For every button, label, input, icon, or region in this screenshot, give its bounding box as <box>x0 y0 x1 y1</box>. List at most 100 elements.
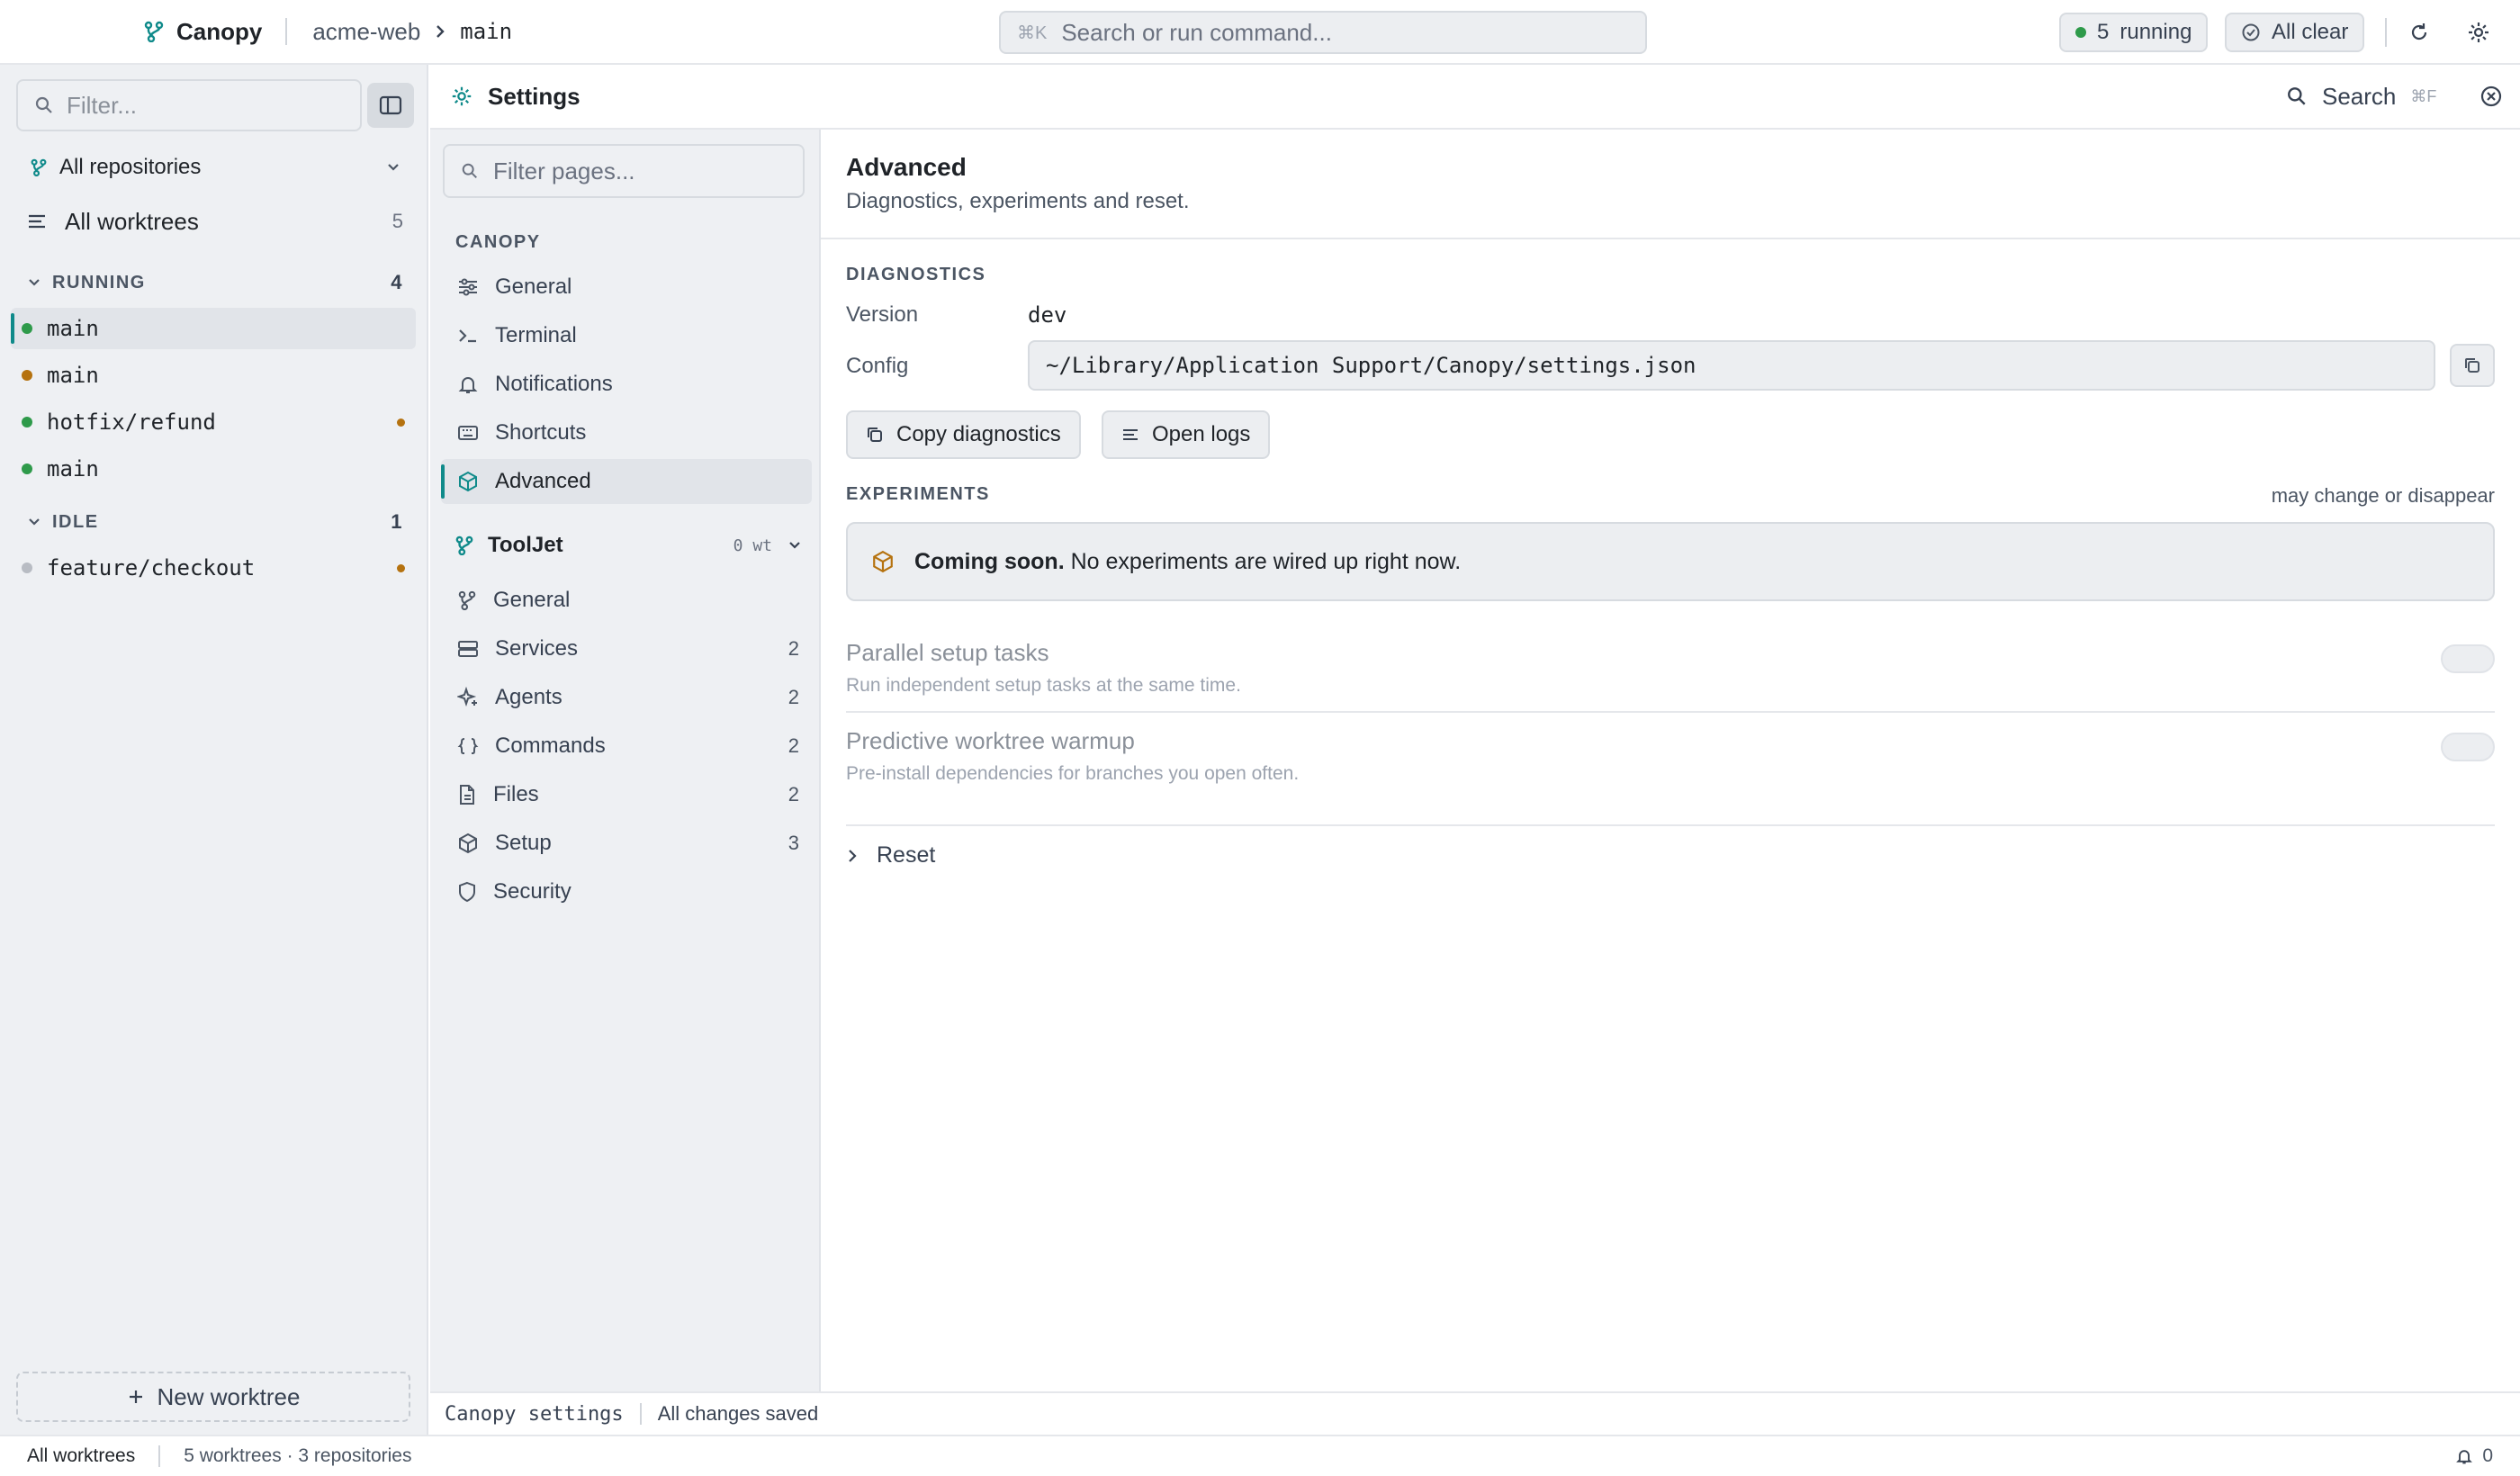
nav-repo-item-general[interactable]: General <box>441 578 812 623</box>
worktree-name: hotfix/refund <box>47 410 216 435</box>
running-count: 5 <box>2097 20 2110 44</box>
experiment-toggle[interactable] <box>2441 733 2495 761</box>
chevron-down-icon <box>27 517 41 527</box>
nav-item-advanced[interactable]: Advanced <box>441 459 812 504</box>
coming-soon-text: No experiments are wired up right now. <box>1070 548 1462 574</box>
cube-icon <box>457 832 479 854</box>
nav-repo-item-setup[interactable]: Setup 3 <box>441 821 812 866</box>
nav-item-shortcuts[interactable]: Shortcuts <box>441 410 812 455</box>
worktree-sidebar: Filter... All repositories All worktrees… <box>0 65 428 1435</box>
copy-diagnostics-label: Copy diagnostics <box>896 422 1061 446</box>
nav-repo-item-commands[interactable]: Commands 2 <box>441 724 812 769</box>
worktree-item[interactable]: hotfix/refund <box>11 401 416 443</box>
settings-filter-input[interactable]: Filter pages... <box>443 144 805 198</box>
group-count: 4 <box>391 271 403 293</box>
copy-path-button[interactable] <box>2450 344 2495 387</box>
chevron-down-icon <box>787 539 803 552</box>
page-title: Settings <box>450 83 580 111</box>
app-name[interactable]: Canopy <box>176 18 262 46</box>
all-worktrees-item[interactable]: All worktrees 5 <box>27 202 403 241</box>
divider <box>846 711 2495 713</box>
group-label: IDLE <box>52 511 99 532</box>
group-header-idle[interactable]: IDLE 1 <box>27 506 403 538</box>
open-logs-button[interactable]: Open logs <box>1102 410 1271 459</box>
breadcrumb-divider <box>285 18 288 45</box>
warning-badge-icon <box>397 418 405 427</box>
experiment-predictive-warmup: Predictive worktree warmup Pre-install d… <box>846 727 2495 814</box>
chevron-down-icon <box>27 277 41 288</box>
settings-nav: Filter pages... CANOPY General Terminal … <box>430 130 821 1391</box>
refresh-icon[interactable] <box>2403 16 2435 49</box>
worktree-item[interactable]: main <box>11 448 416 490</box>
running-status-button[interactable]: 5 running <box>2059 13 2209 52</box>
experiment-toggle[interactable] <box>2441 644 2495 673</box>
notification-count: 0 <box>2482 1445 2493 1466</box>
config-label: Config <box>846 354 909 378</box>
gear-icon[interactable] <box>2462 16 2495 49</box>
experiments-note: may change or disappear <box>2271 484 2495 507</box>
command-search-input[interactable]: ⌘K Search or run command... <box>999 11 1647 54</box>
list-icon <box>27 212 47 230</box>
warning-dot-icon <box>22 370 32 381</box>
keyboard-icon <box>457 423 479 443</box>
close-icon[interactable] <box>2479 84 2504 109</box>
search-icon <box>34 95 54 115</box>
chevron-down-icon <box>385 161 401 174</box>
all-worktrees-label: All worktrees <box>65 207 199 235</box>
nav-item-terminal[interactable]: Terminal <box>441 313 812 358</box>
sliders-icon <box>457 277 479 297</box>
worktree-item[interactable]: main <box>11 355 416 396</box>
sidebar-toggle-button[interactable] <box>367 83 414 128</box>
sidebar-filter-input[interactable]: Filter... <box>16 79 362 131</box>
nav-repo-item-agents[interactable]: Agents 2 <box>441 675 812 720</box>
nav-repo-item-security[interactable]: Security <box>441 869 812 914</box>
repository-selector[interactable]: All repositories <box>31 149 401 185</box>
running-label: running <box>2120 20 2192 44</box>
nav-item-general[interactable]: General <box>441 265 812 310</box>
worktree-item[interactable]: feature/checkout <box>11 547 416 589</box>
nav-item-count: 2 <box>788 637 799 660</box>
breadcrumb-repo[interactable]: acme-web <box>312 18 420 46</box>
branch-icon <box>31 158 47 176</box>
section-subtitle: Diagnostics, experiments and reset. <box>846 189 1190 213</box>
nav-repo-item-files[interactable]: Files 2 <box>441 772 812 817</box>
nav-repo-item-services[interactable]: Services 2 <box>441 626 812 671</box>
reset-disclosure[interactable]: Reset <box>846 842 935 868</box>
nav-item-label: Shortcuts <box>495 420 587 445</box>
status-scope[interactable]: All worktrees <box>27 1445 135 1467</box>
nav-repo-header[interactable]: ToolJet 0 wt <box>455 527 803 563</box>
server-icon <box>457 639 479 659</box>
nav-item-label: General <box>495 274 572 299</box>
nav-item-label: General <box>493 588 571 612</box>
nav-item-count: 2 <box>788 783 799 806</box>
shield-icon <box>457 881 477 903</box>
breadcrumb-branch[interactable]: main <box>460 19 512 44</box>
nav-item-notifications[interactable]: Notifications <box>441 362 812 407</box>
advanced-settings-panel: Advanced Diagnostics, experiments and re… <box>821 130 2520 1391</box>
all-clear-button[interactable]: All clear <box>2225 13 2365 52</box>
bell-icon <box>2455 1447 2473 1465</box>
nav-item-count: 2 <box>788 734 799 757</box>
group-count: 1 <box>391 510 403 533</box>
settings-title: Settings <box>488 82 580 110</box>
worktree-item[interactable]: main <box>11 308 416 349</box>
copy-diagnostics-button[interactable]: Copy diagnostics <box>846 410 1081 459</box>
sparkle-icon <box>457 687 479 708</box>
settings-header: Settings Search ⌘F <box>430 65 2520 130</box>
box-icon <box>871 550 895 573</box>
file-icon <box>457 784 477 806</box>
nav-item-label: Terminal <box>495 323 577 347</box>
running-dot-icon <box>2075 27 2086 38</box>
new-worktree-button[interactable]: New worktree <box>16 1372 410 1422</box>
config-path-field[interactable]: ~/Library/Application Support/Canopy/set… <box>1028 340 2435 391</box>
sidebar-panel-icon <box>379 94 402 116</box>
config-path: ~/Library/Application Support/Canopy/set… <box>1046 353 1696 378</box>
terminal-icon <box>457 326 479 346</box>
settings-search-button[interactable]: Search ⌘F <box>2286 83 2436 111</box>
warning-badge-icon <box>397 563 405 572</box>
settings-search-shortcut: ⌘F <box>2410 86 2437 105</box>
notifications-button[interactable]: 0 <box>2455 1436 2493 1476</box>
branch-icon <box>144 21 164 42</box>
command-shortcut: ⌘K <box>1017 22 1048 43</box>
group-header-running[interactable]: RUNNING 4 <box>27 266 403 299</box>
